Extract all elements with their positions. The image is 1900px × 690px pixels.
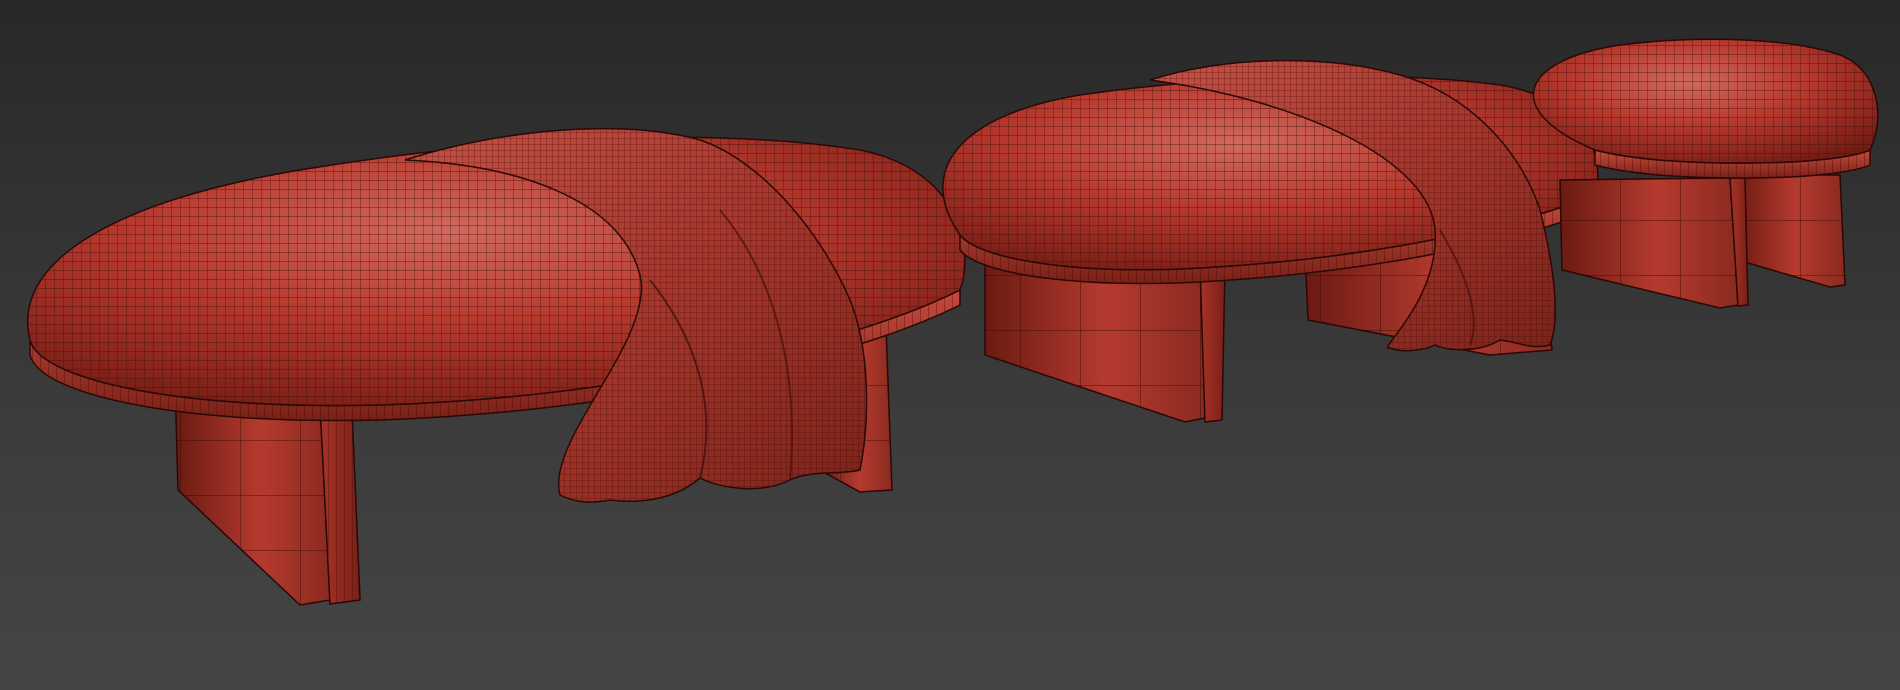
ottoman-right-cushion [1532, 38, 1879, 164]
3d-viewport[interactable] [0, 0, 1900, 690]
viewport-scene[interactable] [0, 0, 1900, 690]
ottoman-right-front-leg [1559, 177, 1749, 309]
ottoman-center[interactable] [942, 59, 1599, 423]
ottoman-right-back-leg [1734, 174, 1846, 288]
ottoman-left[interactable] [27, 127, 966, 606]
